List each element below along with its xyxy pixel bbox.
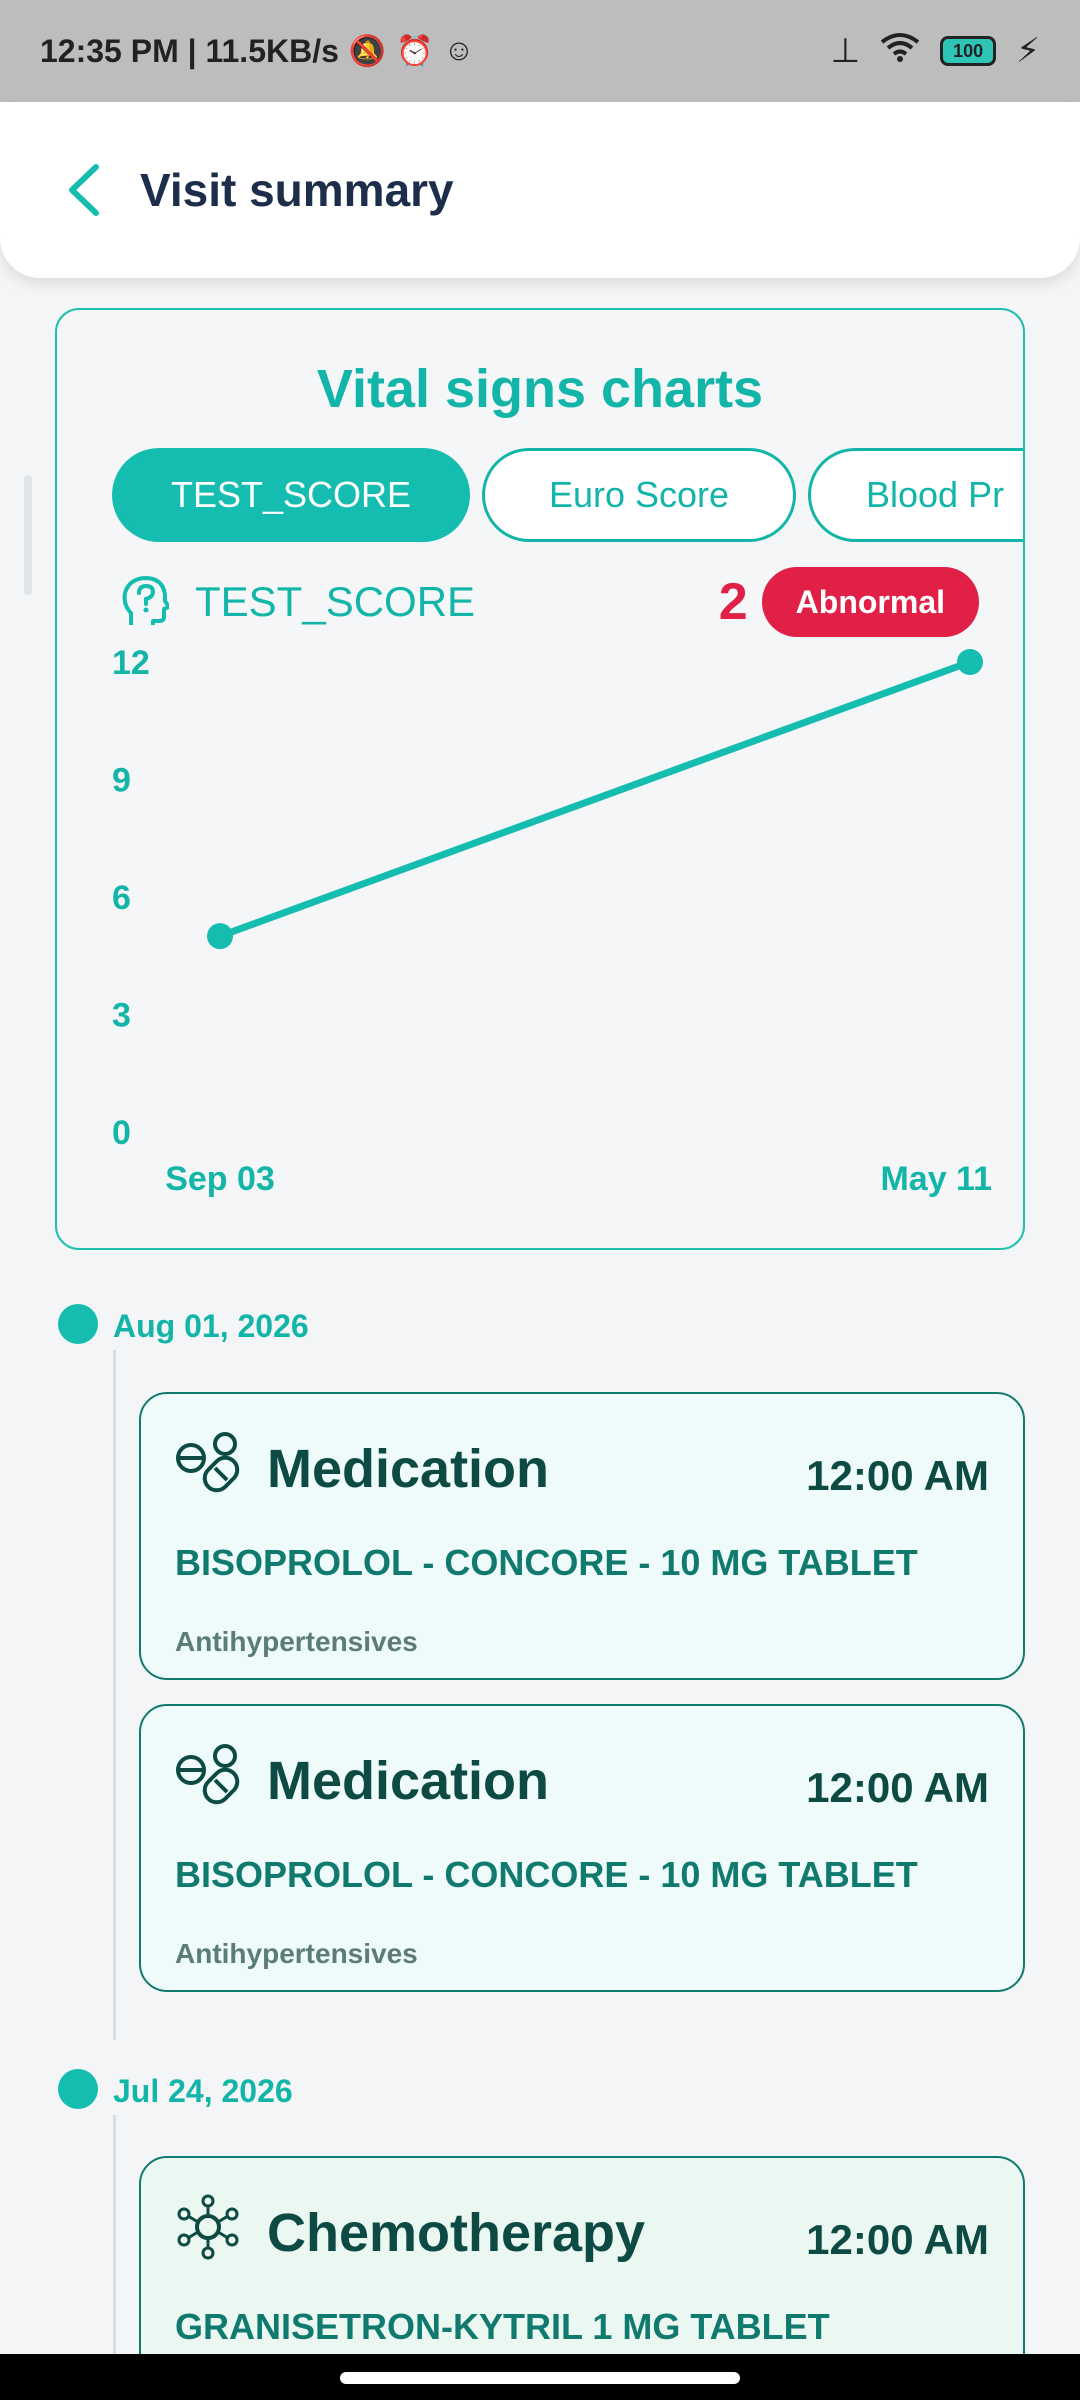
y-tick-label: 12 xyxy=(112,644,150,682)
pills-icon xyxy=(176,1744,240,1805)
y-tick-label: 9 xyxy=(112,762,131,800)
timeline-date: Aug 01, 2026 xyxy=(113,1308,309,1344)
data-point[interactable] xyxy=(957,649,983,675)
event-type: Medication xyxy=(267,1751,550,1811)
drug-name: BISOPROLOL - CONCORE - 10 MG TABLET xyxy=(175,1542,918,1583)
pills-icon xyxy=(176,1432,240,1493)
series-line xyxy=(216,658,974,940)
medication-card[interactable]: Medication 12:00 AM BISOPROLOL - CONCORE… xyxy=(139,1392,1025,1680)
status-time-speed: 12:35 PM | 11.5KB/s xyxy=(40,32,339,69)
event-type: Medication xyxy=(267,1439,550,1499)
medication-card[interactable]: Medication 12:00 AM BISOPROLOL - CONCORE… xyxy=(139,1704,1025,1992)
app-header: Visit summary xyxy=(0,102,1080,278)
drug-name: GRANISETRON-KYTRIL 1 MG TABLET xyxy=(175,2306,830,2347)
status-right: ⊥ 100 ⚡ xyxy=(831,31,1041,71)
event-time: 12:00 AM xyxy=(806,1764,989,1811)
data-point[interactable] xyxy=(207,923,233,950)
drug-name: BISOPROLOL - CONCORE - 10 MG TABLET xyxy=(175,1854,918,1895)
timeline-date: Jul 24, 2026 xyxy=(113,2073,293,2109)
page-title: Visit summary xyxy=(140,164,454,216)
x-tick-label: May 11 xyxy=(880,1160,992,1198)
timeline-line xyxy=(113,2115,116,2355)
timeline-dot xyxy=(58,2069,98,2109)
scroll-indicator[interactable] xyxy=(24,475,32,595)
status-left: 12:35 PM | 11.5KB/s 🔕 ⏰ ☺ xyxy=(40,33,474,70)
signal-icon: ⊥ xyxy=(830,32,861,70)
wifi-icon xyxy=(880,32,920,71)
mute-icon: 🔕 xyxy=(348,34,387,68)
x-tick-label: Sep 03 xyxy=(165,1160,275,1198)
timeline-line xyxy=(113,1350,116,2040)
battery-icon: 100 xyxy=(940,36,997,66)
charging-icon: ⚡ xyxy=(1016,32,1040,70)
molecule-icon xyxy=(177,2194,239,2260)
alarm-icon: ⏰ xyxy=(396,34,434,68)
test-score-line-chart: 12 9 6 3 0 Sep 03 May 11 xyxy=(112,644,992,1198)
event-time: 12:00 AM xyxy=(806,2216,989,2263)
y-tick-label: 6 xyxy=(112,879,131,917)
notification-icon: ☺ xyxy=(443,34,475,67)
y-tick-label: 3 xyxy=(112,997,131,1035)
y-tick-label: 0 xyxy=(112,1114,131,1152)
event-time: 12:00 AM xyxy=(806,1452,989,1499)
drug-class: Antihypertensives xyxy=(175,1626,418,1657)
drug-class: Antihypertensives xyxy=(175,1938,418,1969)
vital-signs-card: Vital signs charts TEST_SCORE Euro Score… xyxy=(55,308,1025,1250)
event-type: Chemotherapy xyxy=(267,2203,646,2263)
home-indicator[interactable] xyxy=(340,2372,740,2384)
status-bar: 12:35 PM | 11.5KB/s 🔕 ⏰ ☺ ⊥ 100 ⚡ xyxy=(0,0,1080,102)
timeline-dot xyxy=(58,1304,98,1344)
back-arrow-icon[interactable] xyxy=(58,160,108,220)
